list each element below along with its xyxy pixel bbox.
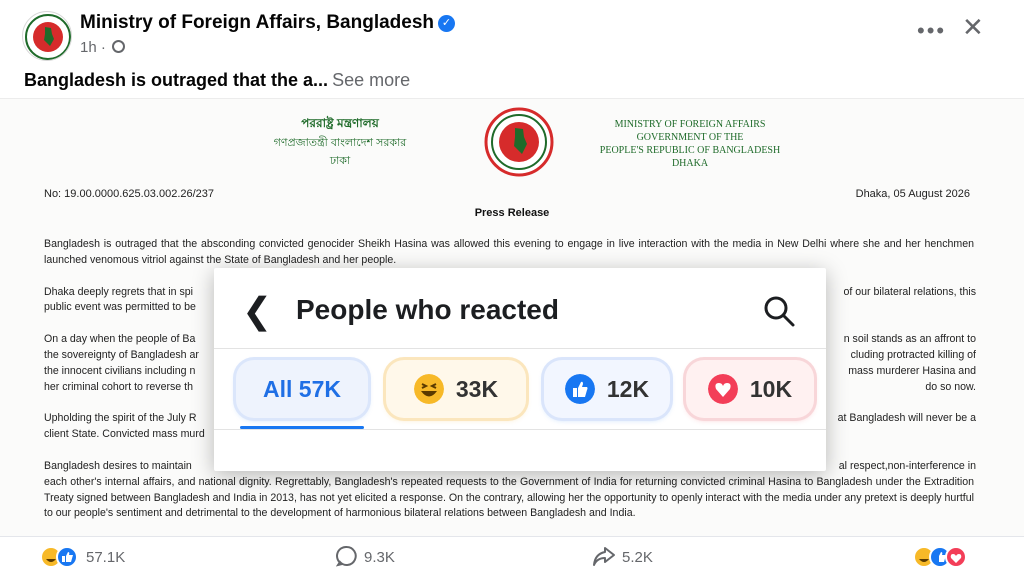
document-paragraph-fragment: client State. Convicted mass murd [44, 428, 205, 440]
document-paragraph-fragment: n soil stands as an affront to [843, 333, 976, 345]
document-number: No: 19.00.0000.625.03.002.26/237 [44, 188, 215, 200]
english-header-line: PEOPLE'S REPUBLIC OF BANGLADESH [599, 145, 781, 156]
document-paragraph-fragment: public event was permitted to be [44, 301, 196, 313]
document-paragraph-fragment: do so now. [925, 381, 976, 393]
document-paragraph: Bangladesh is outraged that the abscondi… [44, 238, 974, 266]
caption-text: Bangladesh is outraged that the a... [24, 70, 329, 90]
people-who-reacted-panel: ❮ People who reacted All 57K 33K 12K 10K [214, 268, 826, 471]
comment-icon[interactable] [336, 545, 358, 567]
more-options-icon[interactable]: ••• [917, 18, 946, 44]
divider [214, 348, 826, 349]
document-paragraph-fragment: of our bilateral relations, this [843, 286, 977, 298]
tab-label: 10K [749, 375, 793, 402]
page-name-text[interactable]: Ministry of Foreign Affairs, Bangladesh [80, 12, 434, 33]
document-heading: Press Release [474, 207, 550, 219]
government-seal-icon [484, 107, 554, 177]
document-paragraph-fragment: On a day when the people of Ba [44, 333, 196, 345]
shares-count[interactable]: 5.2K [622, 549, 653, 566]
tab-all-reactions[interactable]: All 57K [236, 360, 368, 418]
document-paragraph-fragment: at Bangladesh will never be a [837, 412, 976, 424]
ministry-logo-icon [25, 14, 71, 60]
search-icon[interactable] [762, 294, 796, 328]
document-paragraph-fragment: al respect,non-interference in [838, 460, 976, 472]
document-paragraph-fragment: the innocent civilians including n [44, 365, 196, 377]
globe-icon [112, 40, 126, 53]
post-caption: Bangladesh is outraged that the a... See … [24, 70, 410, 91]
tab-haha-reactions[interactable]: 33K [386, 360, 526, 418]
document-paragraph-fragment: Dhaka deeply regrets that in spi [44, 286, 193, 298]
document-paragraph-fragment: cluding protracted killing of [850, 349, 976, 361]
verified-badge-icon: ✓ [438, 15, 456, 32]
document-paragraph: each other's internal affairs, and natio… [44, 476, 974, 519]
comments-count[interactable]: 9.3K [364, 549, 395, 566]
tab-label: All 57K [263, 375, 341, 402]
tab-label: 12K [606, 375, 650, 402]
haha-icon [413, 374, 444, 404]
english-header-line: GOVERNMENT OF THE [636, 132, 744, 143]
facebook-post: Ministry of Foreign Affairs, Bangladesh ✓… [0, 0, 1024, 576]
post-footer: 57.1K 9.3K 5.2K [0, 536, 1024, 576]
share-icon[interactable] [592, 545, 616, 567]
english-header-line: DHAKA [671, 158, 709, 169]
english-header-line: MINISTRY OF FOREIGN AFFAIRS [614, 119, 766, 130]
page-avatar[interactable] [22, 11, 72, 61]
reactions-count[interactable]: 57.1K [86, 549, 125, 566]
document-paragraph-fragment: mass murderer Hasina and [848, 365, 976, 377]
document-paragraph-fragment: Upholding the spirit of the July R [44, 412, 197, 424]
post-meta: 1h · [80, 39, 126, 56]
tab-label: 33K [455, 375, 499, 402]
reaction-summary-icon[interactable] [40, 546, 80, 568]
panel-title: People who reacted [296, 294, 559, 325]
back-arrow-icon[interactable]: ❮ [242, 290, 272, 332]
document-paragraph-fragment: Bangladesh desires to maintain [44, 460, 192, 472]
reaction-stack-icon[interactable] [913, 546, 973, 568]
see-more-link[interactable]: See more [332, 70, 410, 90]
document-date: Dhaka, 05 August 2026 [855, 188, 970, 200]
document-paragraph-fragment: her criminal cohort to reverse th [44, 381, 193, 393]
like-icon [564, 374, 595, 404]
bangla-header-line: গণপ্রজাতন্ত্রী বাংলাদেশ সরকার [273, 137, 407, 149]
tab-love-reactions[interactable]: 10K [686, 360, 814, 418]
close-icon[interactable]: ✕ [962, 12, 984, 43]
love-icon [707, 374, 738, 404]
page-name[interactable]: Ministry of Foreign Affairs, Bangladesh ✓ [80, 12, 456, 34]
tab-divider [214, 429, 826, 430]
tab-like-reactions[interactable]: 12K [544, 360, 670, 418]
bangla-header-line: পররাষ্ট্র মন্ত্রণালয় [301, 116, 379, 130]
document-paragraph-fragment: the sovereignty of Bangladesh ar [44, 349, 199, 361]
post-time[interactable]: 1h [80, 39, 97, 56]
bangla-header-line: ঢাকা [329, 155, 351, 167]
